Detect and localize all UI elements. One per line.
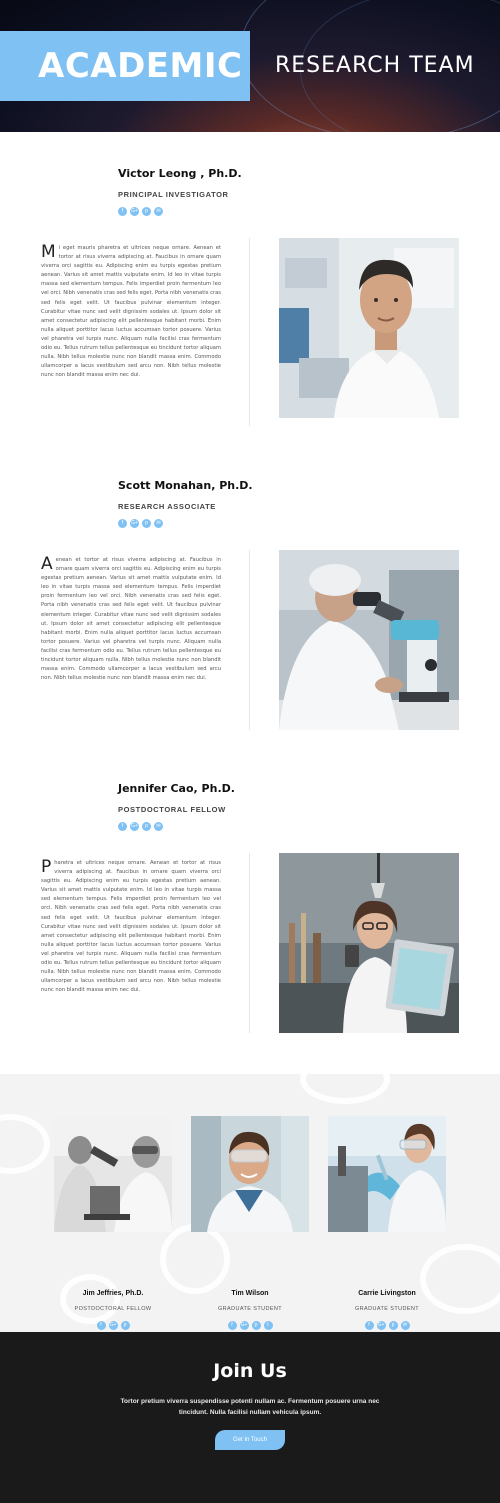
drop-cap: P: [41, 857, 52, 877]
email-icon[interactable]: ✉: [154, 519, 163, 528]
social-links: f G+ p ✉: [118, 822, 163, 831]
twitter-icon[interactable]: t: [263, 1321, 273, 1330]
social-links: f G+ p t: [191, 1321, 309, 1330]
social-links: f G+ p ✉: [118, 519, 163, 528]
section-divider: [249, 238, 250, 426]
team-photo: [54, 1116, 172, 1232]
hero-subtitle: RESEARCH TEAM: [275, 53, 475, 78]
team-members-strip: Jim Jeffries, Ph.D. POSTDOCTORAL FELLOW …: [0, 1074, 500, 1332]
email-icon[interactable]: ✉: [154, 822, 163, 831]
email-icon[interactable]: ✉: [154, 207, 163, 216]
social-links: f G+ p ✉: [328, 1321, 446, 1330]
team-photo: [191, 1116, 309, 1232]
pinterest-icon[interactable]: p: [142, 822, 151, 831]
team-card: Carrie Livingston GRADUATE STUDENT f G+ …: [328, 1116, 446, 1330]
google-plus-icon[interactable]: G+: [108, 1321, 118, 1330]
google-plus-icon[interactable]: G+: [130, 822, 139, 831]
team-card: Jim Jeffries, Ph.D. POSTDOCTORAL FELLOW …: [54, 1116, 172, 1330]
member-name: Victor Leong , Ph.D.: [118, 167, 242, 180]
team-photo: [328, 1116, 446, 1232]
member-bio-text: haretra et ultrices neque ornare. Aenean…: [41, 860, 221, 994]
team-member-role: GRADUATE STUDENT: [217, 1306, 283, 1312]
member-bio: A enean et tortor at risus viverra adipi…: [41, 556, 221, 683]
member-name: Jennifer Cao, Ph.D.: [118, 782, 235, 795]
decorative-squiggle: [160, 1224, 230, 1294]
section-divider: [249, 853, 250, 1033]
decorative-squiggle: [0, 1114, 50, 1174]
facebook-icon[interactable]: f: [227, 1321, 237, 1330]
facebook-icon[interactable]: f: [118, 822, 127, 831]
member-photo: [279, 238, 459, 418]
pinterest-icon[interactable]: p: [388, 1321, 398, 1330]
pinterest-icon[interactable]: p: [251, 1321, 261, 1330]
drop-cap: A: [41, 554, 53, 574]
member-bio-text: enean et tortor at risus viverra adipisc…: [41, 557, 221, 682]
member-role: POSTDOCTORAL FELLOW: [118, 805, 226, 814]
decorative-squiggle: [60, 1274, 120, 1324]
decorative-squiggle: [300, 1074, 390, 1104]
member-photo: [279, 853, 459, 1033]
email-icon[interactable]: ✉: [400, 1321, 410, 1330]
social-links: f G+ p: [54, 1321, 172, 1330]
member-photo: [279, 550, 459, 730]
member-name: Scott Monahan, Ph.D.: [118, 479, 253, 492]
join-us-footer: Join Us Tortor pretium viverra suspendis…: [0, 1332, 500, 1503]
team-member-name: Jim Jeffries, Ph.D.: [82, 1290, 144, 1297]
drop-cap: M: [41, 242, 56, 262]
join-text: Tortor pretium viverra suspendisse poten…: [120, 1398, 380, 1416]
team-card: Tim Wilson GRADUATE STUDENT f G+ p t: [191, 1116, 309, 1330]
google-plus-icon[interactable]: G+: [130, 207, 139, 216]
decorative-squiggle: [420, 1244, 500, 1314]
facebook-icon[interactable]: f: [118, 519, 127, 528]
member-bio: P haretra et ultrices neque ornare. Aene…: [41, 859, 221, 995]
google-plus-icon[interactable]: G+: [239, 1321, 249, 1330]
facebook-icon[interactable]: f: [364, 1321, 374, 1330]
member-role: RESEARCH ASSOCIATE: [118, 502, 216, 511]
get-in-touch-button[interactable]: Get In Touch: [215, 1430, 285, 1450]
team-member-role: GRADUATE STUDENT: [354, 1306, 420, 1312]
team-member-name: Carrie Livingston: [358, 1290, 416, 1297]
member-bio: M i eget mauris pharetra et ultrices neq…: [41, 244, 221, 380]
facebook-icon[interactable]: f: [118, 207, 127, 216]
section-divider: [249, 550, 250, 730]
member-role: PRINCIPAL INVESTIGATOR: [118, 190, 229, 199]
team-member-name: Tim Wilson: [231, 1290, 269, 1297]
pinterest-icon[interactable]: p: [142, 207, 151, 216]
facebook-icon[interactable]: f: [96, 1321, 106, 1330]
pinterest-icon[interactable]: p: [142, 519, 151, 528]
google-plus-icon[interactable]: G+: [376, 1321, 386, 1330]
google-plus-icon[interactable]: G+: [130, 519, 139, 528]
social-links: f G+ p ✉: [118, 207, 163, 216]
join-heading: Join Us: [213, 1360, 287, 1382]
member-bio-text: i eget mauris pharetra et ultrices neque…: [41, 245, 221, 379]
team-member-role: POSTDOCTORAL FELLOW: [74, 1306, 152, 1312]
hero-title: ACADEMIC: [38, 46, 243, 86]
hero-banner: ACADEMIC RESEARCH TEAM: [0, 0, 500, 132]
pinterest-icon[interactable]: p: [120, 1321, 130, 1330]
